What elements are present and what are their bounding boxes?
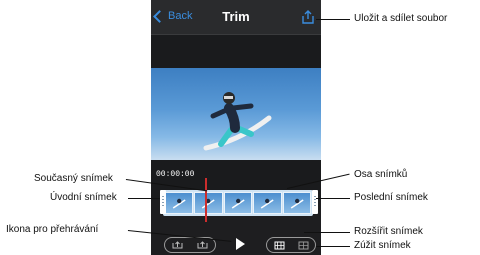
expand-frame-icon[interactable] [274, 241, 285, 250]
first-frame-callout: Úvodní snímek [50, 192, 117, 203]
current-timecode: 00:00:00 [156, 170, 195, 179]
frame-zoom-buttons [266, 237, 316, 253]
share-leader-line [316, 19, 350, 20]
shrink-frame-icon[interactable] [298, 241, 309, 250]
last-frame-callout: Poslední snímek [354, 192, 428, 203]
current-frame-playhead[interactable] [205, 178, 207, 222]
frame-thumbnail [282, 192, 312, 214]
last-frame-handle[interactable] [312, 190, 318, 214]
phone-screen: Back Trim [151, 0, 321, 255]
screen-title: Trim [222, 9, 250, 24]
share-callout: Uložit a sdílet soubor [354, 13, 448, 24]
first-frame-handle[interactable] [160, 190, 166, 214]
step-forward-icon[interactable] [197, 240, 208, 250]
last-frame-leader-line [316, 198, 350, 199]
frame-thumbnail [253, 192, 282, 214]
video-preview [151, 68, 321, 160]
expand-frame-callout: Rozšířit snímek [354, 226, 423, 237]
frame-thumbnail [223, 192, 253, 214]
current-frame-callout: Současný snímek [34, 173, 113, 184]
top-letterbox [151, 35, 321, 68]
shrink-frame-callout: Zúžit snímek [354, 240, 411, 251]
snowboarder-image [203, 92, 272, 151]
play-icon[interactable] [236, 238, 245, 250]
shrink-frame-leader-line [316, 246, 350, 247]
expand-frame-leader-line [304, 232, 350, 233]
frame-thumbnail [165, 192, 194, 214]
first-frame-leader-line [128, 198, 160, 199]
play-callout: Ikona pro přehrávání [6, 224, 99, 235]
navigation-bar: Back Trim [151, 0, 321, 35]
frame-axis-callout: Osa snímků [354, 169, 408, 180]
step-back-icon[interactable] [172, 240, 183, 250]
share-icon[interactable] [301, 10, 315, 24]
frame-thumbnail [194, 192, 223, 214]
frame-strip[interactable] [163, 190, 313, 216]
